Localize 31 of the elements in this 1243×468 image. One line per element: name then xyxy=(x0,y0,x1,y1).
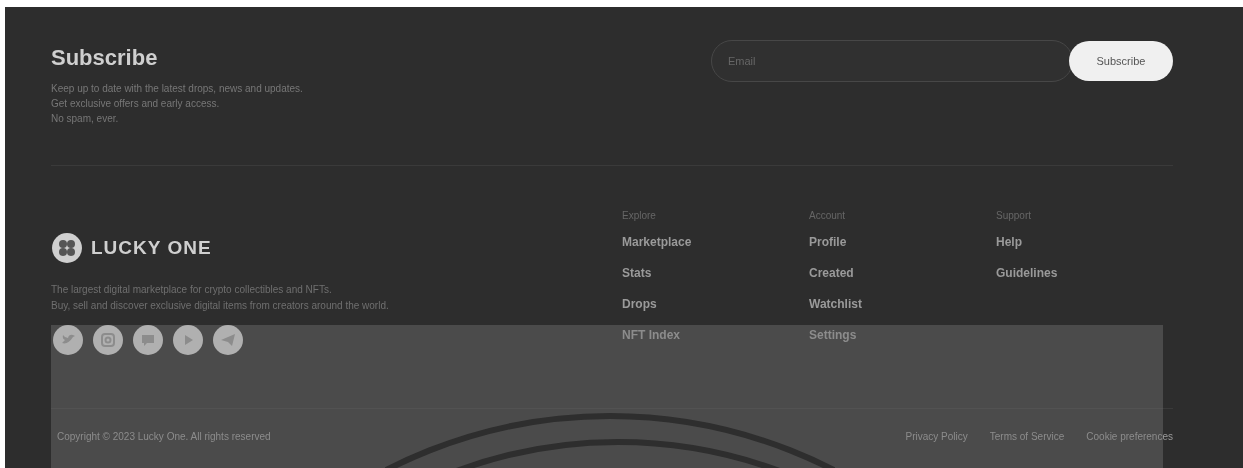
footer-link[interactable]: Settings xyxy=(809,328,996,342)
footer-link[interactable]: Help xyxy=(996,235,1183,249)
subscribe-description: No spam, ever. xyxy=(51,113,120,124)
footer-link[interactable]: Cookie preferences xyxy=(1086,431,1173,442)
copyright-text: Copyright © 2023 Lucky One. All rights reserved xyxy=(57,431,271,442)
subscribe-description: Keep up to date with the latest drops, news and updates. xyxy=(51,83,303,94)
brand-description: Buy, sell and discover exclusive digital items from creators around the world. xyxy=(51,300,390,311)
footer-link[interactable]: Marketplace xyxy=(622,235,809,249)
footer-link[interactable]: Profile xyxy=(809,235,996,249)
plane-icon[interactable] xyxy=(213,325,243,355)
subscribe-description: Get exclusive offers and early access. xyxy=(51,98,221,109)
column-heading: Account xyxy=(809,210,847,221)
column-heading: Explore xyxy=(622,210,657,221)
brand-description: The largest digital marketplace for crypto collectibles and NFTs. xyxy=(51,284,333,295)
chat-icon[interactable] xyxy=(133,325,163,355)
subscribe-button[interactable]: Subscribe xyxy=(1069,41,1173,81)
clover-icon xyxy=(51,232,83,264)
camera-icon[interactable] xyxy=(93,325,123,355)
footer-link[interactable]: Stats xyxy=(622,266,809,280)
footer-link[interactable]: Watchlist xyxy=(809,297,996,311)
footer-link[interactable]: Guidelines xyxy=(996,266,1183,280)
footer-link[interactable]: Terms of Service xyxy=(989,431,1065,442)
subscribe-title: Subscribe xyxy=(51,45,159,71)
play-icon[interactable] xyxy=(173,325,203,355)
footer-link[interactable]: Privacy Policy xyxy=(905,431,968,442)
footer-link[interactable]: Created xyxy=(809,266,996,280)
brand-name: LUCKY ONE xyxy=(91,237,212,259)
footer-link[interactable]: NFT Index xyxy=(622,328,809,342)
bird-icon[interactable] xyxy=(53,325,83,355)
footer-link[interactable]: Drops xyxy=(622,297,809,311)
column-heading: Support xyxy=(996,210,1033,221)
